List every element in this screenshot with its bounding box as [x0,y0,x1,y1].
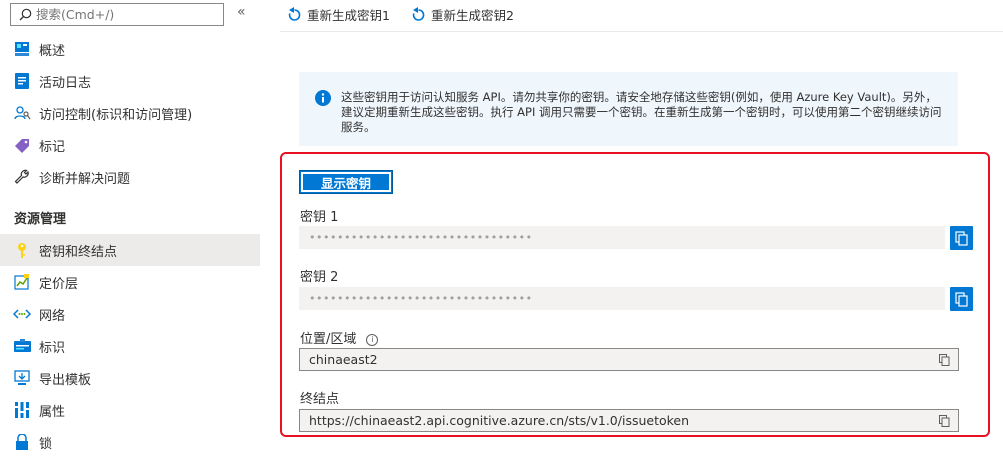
sidebar-item-label: 密钥和终结点 [39,244,118,260]
sidebar-item-export-template[interactable]: 导出模板 [0,362,260,394]
sidebar-item-label: 定价层 [39,276,79,292]
location-label: 位置/区域 [300,332,357,347]
sidebar: « 概述 活动日志 访问控制(标识和访问管理) 标记 诊断并解决问题 资源管理 [0,0,260,452]
section-title-resource-management: 资源管理 [14,212,67,227]
endpoint-field[interactable]: https://chinaeast2.api.cognitive.azure.c… [299,409,959,432]
info-banner: 这些密钥用于访问认知服务 API。请勿共享你的密钥。请安全地存储这些密钥(例如，… [299,72,958,146]
sidebar-item-identity[interactable]: 标识 [0,330,260,362]
key1-field[interactable]: •••••••••••••••••••••••••••••••• [299,226,945,249]
regenerate-key2-button[interactable]: 重新生成密钥2 [412,5,514,24]
pricing-tier-icon [13,273,31,291]
command-bar: 重新生成密钥1 重新生成密钥2 [280,0,1003,32]
sidebar-item-label: 锁 [39,436,53,452]
copy-icon [955,291,968,307]
sidebar-item-diagnose[interactable]: 诊断并解决问题 [0,161,260,193]
info-text: 这些密钥用于访问认知服务 API。请勿共享你的密钥。请安全地存储这些密钥(例如，… [341,90,942,134]
show-keys-button[interactable]: 显示密钥 [299,170,393,194]
search-icon [19,8,32,21]
tag-icon [13,136,31,154]
regenerate-key1-label: 重新生成密钥1 [307,8,390,23]
sidebar-item-label: 访问控制(标识和访问管理) [39,107,193,123]
endpoint-label: 终结点 [300,392,340,407]
refresh-icon [288,7,301,21]
sidebar-item-label: 诊断并解决问题 [39,171,131,187]
sidebar-item-label: 概述 [39,43,66,59]
sidebar-item-label: 导出模板 [39,372,92,388]
info-circle-icon[interactable]: i [366,334,379,346]
copy-icon[interactable] [939,354,950,366]
regenerate-key2-label: 重新生成密钥2 [431,8,514,23]
access-control-icon [13,104,31,122]
key2-field[interactable]: •••••••••••••••••••••••••••••••• [299,287,945,310]
copy-icon [955,230,968,246]
info-icon [315,90,331,106]
network-icon [13,305,31,323]
sidebar-item-label: 活动日志 [39,75,92,91]
copy-icon[interactable] [939,415,950,427]
sidebar-item-tags[interactable]: 标记 [0,129,260,161]
sidebar-item-label: 网络 [39,308,66,324]
sidebar-item-label: 标记 [39,139,66,155]
search-box[interactable] [10,3,224,26]
key2-label: 密钥 2 [300,270,339,285]
copy-key1-button[interactable] [950,226,973,250]
sidebar-item-label: 标识 [39,340,66,356]
key1-label: 密钥 1 [300,210,339,225]
sidebar-item-locks[interactable]: 锁 [0,426,260,458]
wrench-icon [13,168,31,186]
identity-icon [13,337,31,355]
activity-log-icon [13,72,31,90]
sidebar-item-overview[interactable]: 概述 [0,33,260,65]
sidebar-item-label: 属性 [39,404,66,420]
lock-icon [13,433,31,451]
sidebar-item-pricing-tier[interactable]: 定价层 [0,266,260,298]
location-label-row: 位置/区域 i [300,328,379,347]
sidebar-item-network[interactable]: 网络 [0,298,260,330]
regenerate-key1-button[interactable]: 重新生成密钥1 [288,5,390,24]
key-icon [13,241,31,259]
sidebar-item-keys-endpoint[interactable]: 密钥和终结点 [0,234,260,266]
collapse-sidebar-button[interactable]: « [237,4,246,20]
endpoint-value: https://chinaeast2.api.cognitive.azure.c… [309,413,690,428]
sidebar-item-properties[interactable]: 属性 [0,394,260,426]
sidebar-item-activity-log[interactable]: 活动日志 [0,65,260,97]
sidebar-item-access-control[interactable]: 访问控制(标识和访问管理) [0,97,260,129]
copy-key2-button[interactable] [950,287,973,311]
refresh-icon [412,7,425,21]
location-field[interactable]: chinaeast2 [299,348,959,371]
location-value: chinaeast2 [309,352,378,367]
search-input[interactable] [36,7,216,22]
properties-icon [13,401,31,419]
export-template-icon [13,369,31,387]
overview-icon [13,40,31,58]
